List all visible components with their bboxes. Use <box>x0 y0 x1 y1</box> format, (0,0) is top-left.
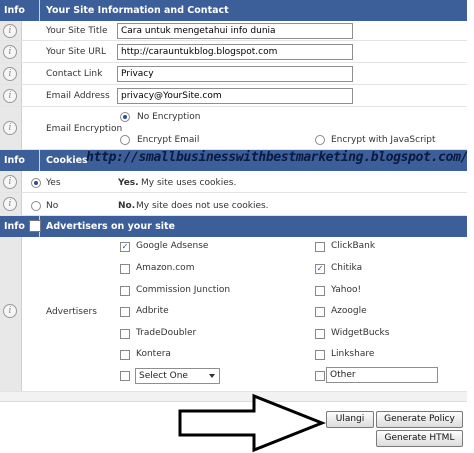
info-icon[interactable]: i <box>3 24 17 38</box>
advertiser-label: Kontera <box>136 349 171 359</box>
advertiser-checkbox[interactable] <box>120 307 130 317</box>
cookies-yes-label: Yes <box>46 178 61 188</box>
advertiser-label: Google Adsense <box>136 241 209 251</box>
advertiser-label: Adbrite <box>136 306 169 316</box>
site-title-input[interactable]: Cara untuk mengetahui info dunia <box>117 23 353 39</box>
cookies-yes-description: My site uses cookies. <box>141 178 237 188</box>
advertiser-checkbox[interactable] <box>315 242 325 252</box>
advertiser-label: Yahoo! <box>331 285 362 295</box>
cookies-yes-row: i Yes Yes. My site uses cookies. <box>0 171 467 193</box>
info-column-header: Info <box>0 150 40 171</box>
encrypt-javascript-label: Encrypt with JavaScript <box>331 135 436 145</box>
site-title-row: i Your Site Title Cara untuk mengetahui … <box>0 21 467 41</box>
advertiser-checkbox[interactable]: ✓ <box>315 264 325 274</box>
site-url-row: i Your Site URL http://carauntukblog.blo… <box>0 41 467 63</box>
info-icon[interactable]: i <box>3 304 17 318</box>
cookies-yes-bold: Yes. <box>118 178 139 188</box>
contact-link-input[interactable]: Privacy <box>117 66 353 82</box>
select-all-checkbox[interactable] <box>29 220 41 232</box>
custom-advertiser-checkbox[interactable] <box>120 371 130 381</box>
advertiser-label: TradeDoubler <box>136 328 197 338</box>
info-icon[interactable]: i <box>3 175 17 189</box>
cookies-no-radio[interactable] <box>31 201 41 211</box>
encrypt-javascript-radio[interactable] <box>315 135 325 145</box>
no-encryption-label: No Encryption <box>137 112 201 122</box>
advertiser-checkbox[interactable] <box>120 286 130 296</box>
contact-link-label: Contact Link <box>46 69 103 79</box>
encrypt-email-label: Encrypt Email <box>137 135 200 145</box>
info-icon[interactable]: i <box>3 197 17 211</box>
advertiser-label: Amazon.com <box>136 263 195 273</box>
advertiser-checkbox[interactable] <box>120 350 130 360</box>
site-title-label: Your Site Title <box>46 26 108 36</box>
advertiser-checkbox[interactable] <box>120 264 130 274</box>
advertiser-label: ClickBank <box>331 241 376 251</box>
advertiser-checkbox[interactable]: ✓ <box>120 242 130 252</box>
advertiser-checkbox[interactable] <box>120 329 130 339</box>
info-icon[interactable]: i <box>3 45 17 59</box>
advertiser-checkbox[interactable] <box>315 350 325 360</box>
info-icon[interactable]: i <box>3 89 17 103</box>
cookies-no-label: No <box>46 201 59 211</box>
generate-policy-button[interactable]: Generate Policy <box>376 411 463 428</box>
encryption-label: Email Encryption <box>46 124 123 134</box>
right-arrow-icon <box>178 393 326 453</box>
site-info-title: Your Site Information and Contact <box>46 5 229 16</box>
site-url-input[interactable]: http://carauntukblog.blogspot.com <box>117 44 353 60</box>
cookies-no-row: i No No. My site does not use cookies. <box>0 193 467 216</box>
other-advertiser-checkbox[interactable] <box>315 371 325 381</box>
chevron-down-icon <box>209 374 215 378</box>
cookies-yes-radio[interactable] <box>31 178 41 188</box>
watermark-url: http://smallbusinesswithbestmarketing.bl… <box>86 150 468 165</box>
advertiser-label: Chitika <box>331 263 363 273</box>
advertiser-label: Linkshare <box>331 349 375 359</box>
cookies-no-bold: No. <box>118 201 136 211</box>
encryption-row: i Email Encryption No Encryption Encrypt… <box>0 107 467 150</box>
advertiser-label: Azoogle <box>331 306 367 316</box>
info-icon[interactable]: i <box>3 67 17 81</box>
contact-link-row: i Contact Link Privacy <box>0 63 467 85</box>
cookies-no-description: My site does not use cookies. <box>136 201 269 211</box>
site-info-header: Info Your Site Information and Contact <box>0 0 467 21</box>
encrypt-email-radio[interactable] <box>120 135 130 145</box>
advertisers-title: Advertisers on your site <box>46 221 175 232</box>
no-encryption-radio[interactable] <box>120 112 130 122</box>
advertiser-label: Commission Junction <box>136 285 231 295</box>
advertiser-checkbox[interactable] <box>315 307 325 317</box>
email-input[interactable]: privacy@YourSite.com <box>117 88 353 104</box>
info-icon[interactable]: i <box>3 121 17 135</box>
advertisers-label: Advertisers <box>46 307 97 317</box>
advertiser-checkbox[interactable] <box>315 329 325 339</box>
info-column-header: Info <box>0 0 40 21</box>
email-label: Email Address <box>46 91 110 101</box>
advertiser-checkbox[interactable] <box>315 286 325 296</box>
other-advertiser-input[interactable]: Other <box>326 367 438 383</box>
email-row: i Email Address privacy@YourSite.com <box>0 85 467 107</box>
cookies-title: Cookies <box>46 155 88 166</box>
advertisers-header: Info Advertisers on your site <box>0 216 467 237</box>
reset-button[interactable]: Ulangi <box>326 411 374 428</box>
advertiser-select[interactable]: Select One <box>135 368 220 384</box>
advertiser-select-value: Select One <box>139 371 188 381</box>
advertiser-label: WidgetBucks <box>331 328 390 338</box>
site-url-label: Your Site URL <box>46 47 107 57</box>
generate-html-button[interactable]: Generate HTML <box>376 430 463 447</box>
